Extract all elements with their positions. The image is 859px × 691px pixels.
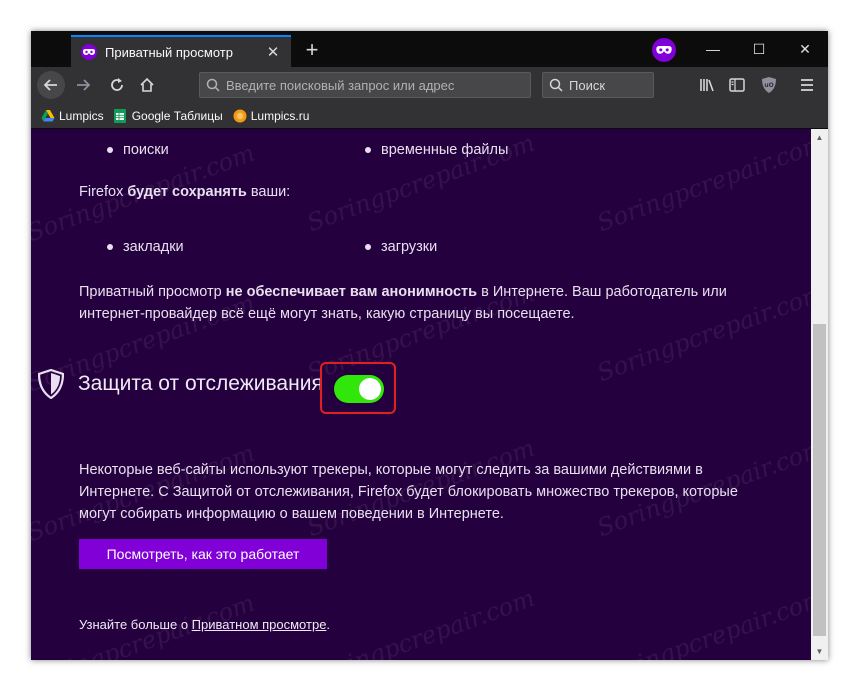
scroll-up-arrow-icon[interactable]: ▲ bbox=[811, 129, 828, 146]
home-button[interactable] bbox=[133, 72, 161, 98]
watermark: Soringpcrepair.com bbox=[303, 583, 539, 660]
vertical-scrollbar[interactable]: ▲ ▼ bbox=[811, 129, 828, 660]
browser-window: Приватный просмотр ✕ + — ☐ ✕ Введите пои… bbox=[31, 31, 828, 660]
how-it-works-button[interactable]: Посмотреть, как это работает bbox=[79, 539, 327, 569]
search-icon bbox=[543, 78, 569, 92]
bookmark-label: Lumpics.ru bbox=[250, 108, 310, 123]
tab-bar: Приватный просмотр ✕ + — ☐ ✕ bbox=[31, 31, 828, 67]
reload-button[interactable] bbox=[103, 72, 131, 98]
list-item: поиски bbox=[107, 142, 169, 158]
forward-arrow-icon bbox=[77, 79, 91, 91]
back-button[interactable] bbox=[37, 71, 65, 99]
private-browsing-page: Soringpcrepair.com Soringpcrepair.com So… bbox=[31, 129, 811, 660]
forward-button[interactable] bbox=[69, 72, 97, 98]
private-browsing-badge-icon bbox=[652, 38, 676, 62]
reload-icon bbox=[111, 78, 123, 91]
tracking-protection-heading: Защита от отслеживания bbox=[78, 372, 323, 395]
list-item: временные файлы bbox=[365, 142, 508, 158]
tab-close-icon[interactable]: ✕ bbox=[263, 42, 283, 62]
maximize-button[interactable]: ☐ bbox=[736, 31, 782, 67]
watermark: Soringpcrepair.com bbox=[593, 129, 811, 238]
private-mask-icon bbox=[81, 44, 97, 60]
home-icon bbox=[140, 77, 154, 92]
list-item: закладки bbox=[107, 239, 184, 255]
search-bar[interactable]: Поиск bbox=[542, 72, 654, 98]
nav-toolbar: Введите поисковый запрос или адрес Поиск… bbox=[31, 67, 828, 103]
tracking-description: Некоторые веб-сайты используют трекеры, … bbox=[79, 462, 738, 522]
library-icon[interactable] bbox=[695, 73, 719, 97]
google-drive-icon bbox=[41, 109, 55, 123]
ublock-shield-icon[interactable]: uO bbox=[757, 73, 781, 97]
learn-more-text: Узнайте больше о Приватном просмотре. bbox=[79, 617, 331, 632]
scroll-down-arrow-icon[interactable]: ▼ bbox=[811, 643, 828, 660]
tab-title: Приватный просмотр bbox=[105, 44, 233, 60]
private-browsing-link[interactable]: Приватном просмотре bbox=[192, 617, 327, 632]
bookmark-label: Google Таблицы bbox=[131, 108, 223, 123]
toggle-knob bbox=[359, 378, 381, 400]
tracking-protection-heading-row: Защита от отслеживания bbox=[36, 369, 323, 399]
menu-hamburger-icon[interactable] bbox=[795, 73, 819, 97]
will-save-paragraph: Firefox будет сохранять ваши: bbox=[79, 184, 291, 200]
url-bar[interactable]: Введите поисковый запрос или адрес bbox=[199, 72, 531, 98]
bookmark-lumpics[interactable]: Lumpics bbox=[41, 109, 104, 123]
close-window-button[interactable]: ✕ bbox=[782, 31, 828, 67]
svg-text:uO: uO bbox=[764, 82, 773, 89]
search-icon bbox=[200, 78, 226, 92]
new-tab-button[interactable]: + bbox=[299, 37, 325, 63]
scroll-thumb[interactable] bbox=[813, 324, 826, 636]
tracking-protection-toggle[interactable] bbox=[334, 375, 384, 403]
bookmark-google-sheets[interactable]: Google Таблицы bbox=[113, 108, 223, 123]
search-placeholder: Поиск bbox=[569, 77, 606, 93]
anonymity-paragraph: Приватный просмотр не обеспечивает вам а… bbox=[79, 284, 727, 322]
minimize-button[interactable]: — bbox=[690, 31, 736, 67]
list-item: загрузки bbox=[365, 239, 437, 255]
watermark: Soringpcrepair.com bbox=[593, 583, 811, 660]
orange-circle-icon bbox=[233, 109, 247, 123]
bookmark-lumpics-ru[interactable]: Lumpics.ru bbox=[233, 108, 310, 123]
bookmarks-toolbar: Lumpics Google Таблицы Lumpics.ru bbox=[31, 103, 828, 129]
toggle-highlight bbox=[320, 362, 396, 414]
tab-private-browsing[interactable]: Приватный просмотр ✕ bbox=[71, 35, 291, 67]
shield-icon bbox=[36, 369, 66, 399]
bookmark-label: Lumpics bbox=[59, 108, 104, 123]
google-sheets-icon bbox=[113, 108, 128, 123]
sidebar-icon[interactable] bbox=[725, 73, 749, 97]
back-arrow-icon bbox=[43, 79, 57, 91]
url-placeholder: Введите поисковый запрос или адрес bbox=[226, 77, 455, 93]
